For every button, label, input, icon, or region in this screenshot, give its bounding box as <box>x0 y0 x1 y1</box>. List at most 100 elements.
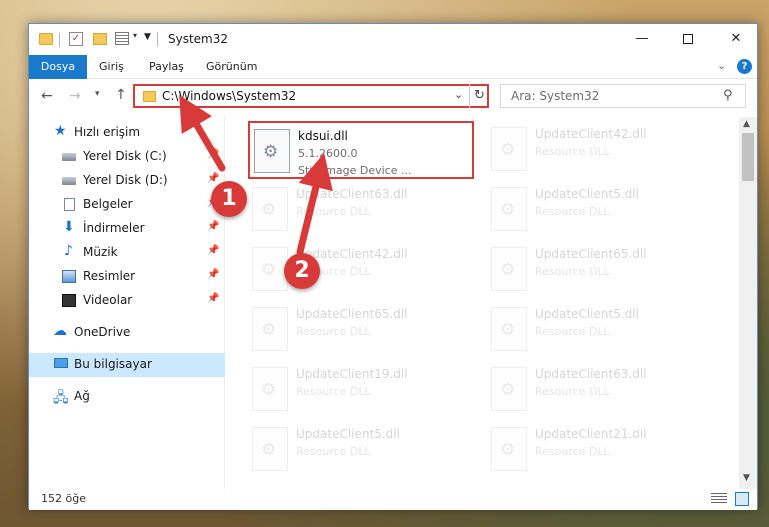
file-description: Still Image Device ... <box>298 164 412 177</box>
refresh-icon[interactable]: ↻ <box>469 84 489 108</box>
help-icon[interactable]: ? <box>737 59 752 74</box>
back-arrow-icon[interactable]: ← <box>41 88 53 104</box>
tab-view[interactable]: Görünüm <box>206 55 257 79</box>
file-name: UpdateClient21.dll <box>535 427 647 441</box>
minimize-button[interactable]: — <box>619 24 665 55</box>
expand-ribbon-icon[interactable]: ⌄ <box>717 59 726 72</box>
pin-icon[interactable]: 📌 <box>207 245 219 256</box>
pin-icon[interactable]: 📌 <box>207 221 219 232</box>
file-name: UpdateClient65.dll <box>535 247 647 261</box>
file-name: kdsui.dll <box>298 129 348 143</box>
chevron-down-icon[interactable]: ▾ <box>133 31 137 49</box>
divider <box>157 32 158 47</box>
folder-icon <box>39 33 53 45</box>
file-description: Resource DLL <box>535 205 610 218</box>
window-title: System32 <box>168 32 229 46</box>
scroll-down-icon[interactable]: ▼ <box>743 473 750 483</box>
pin-icon[interactable]: 📌 <box>207 149 219 160</box>
address-bar[interactable]: C:\Windows\System32 ⌄ ↻ <box>133 84 489 108</box>
file-name: UpdateClient63.dll <box>535 367 647 381</box>
network-icon: 🖧 <box>53 390 69 406</box>
cloud-icon: ☁ <box>53 323 67 339</box>
scroll-thumb[interactable] <box>742 133 754 181</box>
sidebar-item-local-disk-d[interactable]: Yerel Disk (D:) 📌 <box>29 169 225 193</box>
ribbon: Dosya Giriş Paylaş Görünüm ⌄ ? <box>29 55 757 79</box>
item-count: 152 öğe <box>41 492 86 505</box>
file-description: Resource DLL <box>535 445 610 458</box>
dll-file-icon <box>252 367 288 411</box>
new-folder-icon[interactable] <box>93 33 107 45</box>
file-list: kdsui.dll 5.1.2600.0 Still Image Device … <box>227 117 739 489</box>
sidebar-item-label: Yerel Disk (C:) <box>83 149 167 163</box>
scroll-up-icon[interactable]: ▲ <box>743 119 750 129</box>
address-path[interactable]: C:\Windows\System32 <box>162 89 296 103</box>
sidebar-item-local-disk-c[interactable]: Yerel Disk (C:) 📌 <box>29 145 225 169</box>
divider <box>59 33 60 47</box>
file-item[interactable]: UpdateClient65.dll Resource DLL <box>248 301 480 359</box>
file-item-kdsui[interactable]: kdsui.dll 5.1.2600.0 Still Image Device … <box>248 121 474 179</box>
rename-icon[interactable] <box>115 32 129 45</box>
dll-file-icon <box>252 427 288 471</box>
file-item[interactable]: UpdateClient65.dll Resource DLL <box>487 241 719 299</box>
tab-file[interactable]: Dosya <box>29 55 87 79</box>
file-description: Resource DLL <box>535 145 610 158</box>
dll-file-icon <box>491 127 527 171</box>
navigation-bar: ← → ▾ ↑ C:\Windows\System32 ⌄ ↻ Ara: Sys… <box>29 80 757 113</box>
dll-file-icon <box>252 307 288 351</box>
sidebar-item-label: OneDrive <box>74 325 131 339</box>
sidebar-item-videos[interactable]: Videolar 📌 <box>29 289 225 313</box>
close-button[interactable]: ✕ <box>713 24 759 55</box>
search-icon[interactable]: ⚲ <box>723 88 733 103</box>
sidebar-item-pictures[interactable]: Resimler 📌 <box>29 265 225 289</box>
recent-locations-icon[interactable]: ▾ <box>95 89 100 99</box>
details-view-icon[interactable] <box>711 493 727 505</box>
file-description: Resource DLL <box>296 385 371 398</box>
large-icons-view-icon[interactable] <box>735 492 749 506</box>
file-item[interactable]: UpdateClient63.dll Resource DLL <box>487 361 719 419</box>
sidebar-item-label: Ağ <box>74 389 90 403</box>
file-description: Resource DLL <box>535 385 610 398</box>
tab-home[interactable]: Giriş <box>99 55 124 79</box>
sidebar-item-documents[interactable]: Belgeler 📌 <box>29 193 225 217</box>
file-name: UpdateClient5.dll <box>535 187 639 201</box>
step-1-badge: 1 <box>211 181 247 217</box>
file-description: Resource DLL <box>296 325 371 338</box>
dll-file-icon <box>491 367 527 411</box>
sidebar-item-onedrive[interactable]: ☁ OneDrive <box>29 321 225 345</box>
file-description: Resource DLL <box>296 445 371 458</box>
chevron-down-icon[interactable]: ⌄ <box>454 88 463 101</box>
forward-arrow-icon[interactable]: → <box>69 88 81 104</box>
file-item[interactable]: UpdateClient63.dll Resource DLL <box>248 181 480 239</box>
file-item[interactable]: UpdateClient5.dll Resource DLL <box>487 181 719 239</box>
file-item[interactable]: UpdateClient42.dll Resource DLL <box>248 241 480 299</box>
properties-check-icon[interactable]: ✓ <box>69 32 83 46</box>
file-item[interactable]: UpdateClient19.dll Resource DLL <box>248 361 480 419</box>
sidebar-item-quick-access[interactable]: ★ Hızlı erişim <box>29 121 225 145</box>
download-icon: ⬇ <box>63 219 75 235</box>
sidebar-item-network[interactable]: 🖧 Ağ <box>29 385 225 409</box>
sidebar-item-label: Hızlı erişim <box>74 125 141 139</box>
file-name: UpdateClient63.dll <box>296 187 408 201</box>
file-version: 5.1.2600.0 <box>298 147 358 160</box>
pin-icon[interactable]: 📌 <box>207 269 219 280</box>
sidebar-item-this-pc[interactable]: Bu bilgisayar <box>29 353 225 377</box>
file-item[interactable]: UpdateClient5.dll Resource DLL <box>248 421 480 479</box>
customize-toolbar-icon[interactable]: ▼ <box>144 32 151 50</box>
vertical-scrollbar[interactable]: ▲ ▼ <box>739 117 757 489</box>
sidebar-item-downloads[interactable]: ⬇ İndirmeler 📌 <box>29 217 225 241</box>
sidebar-item-label: Resimler <box>83 269 136 283</box>
sidebar-item-music[interactable]: ♪ Müzik 📌 <box>29 241 225 265</box>
pin-icon[interactable]: 📌 <box>207 293 219 304</box>
music-icon: ♪ <box>64 243 73 259</box>
maximize-button[interactable] <box>665 24 711 55</box>
search-input[interactable]: Ara: System32 ⚲ <box>500 84 746 108</box>
file-name: UpdateClient65.dll <box>296 307 408 321</box>
file-name: UpdateClient5.dll <box>296 427 400 441</box>
file-item[interactable]: UpdateClient21.dll Resource DLL <box>487 421 719 479</box>
file-item[interactable]: UpdateClient5.dll Resource DLL <box>487 301 719 359</box>
pin-icon[interactable]: 📌 <box>207 173 219 184</box>
tab-share[interactable]: Paylaş <box>149 55 184 79</box>
file-item[interactable]: UpdateClient42.dll Resource DLL <box>487 121 719 179</box>
up-arrow-icon[interactable]: ↑ <box>115 87 127 103</box>
documents-icon <box>64 198 75 211</box>
